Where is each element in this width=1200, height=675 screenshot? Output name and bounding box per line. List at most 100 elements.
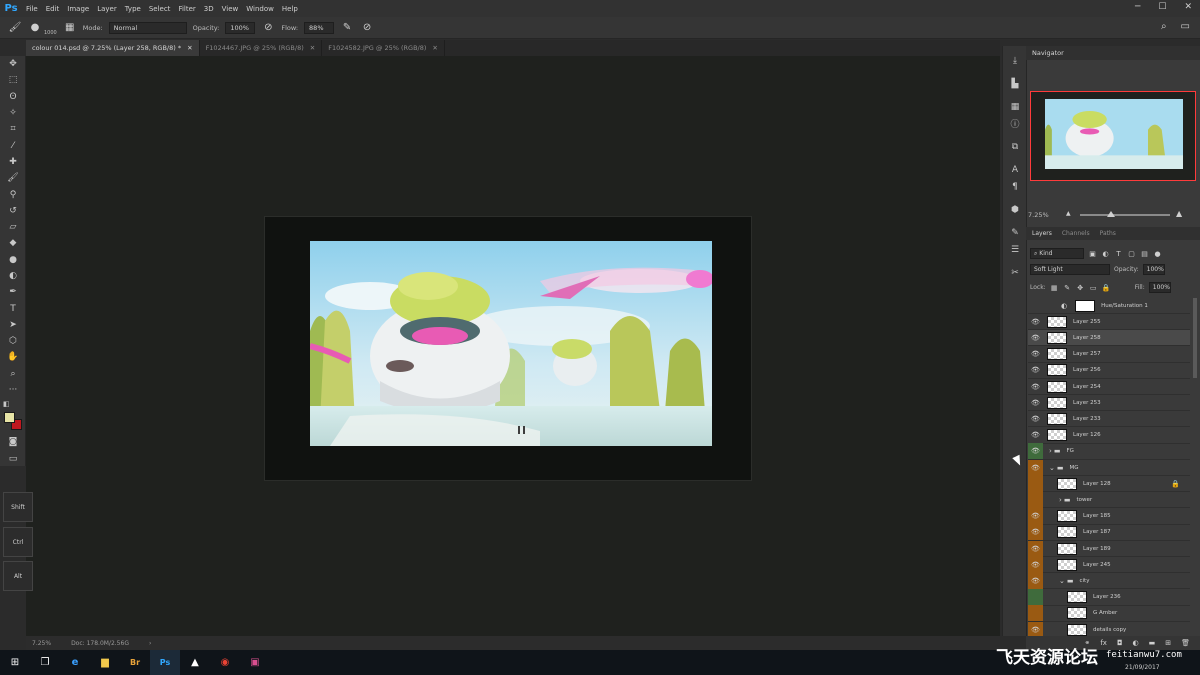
layer-name[interactable]: FG <box>1066 448 1073 454</box>
layer-row[interactable]: 👁 Layer 245 <box>1028 556 1190 574</box>
layer-thumbnail[interactable] <box>1047 429 1067 442</box>
layer-name[interactable]: details copy <box>1093 627 1126 633</box>
layer-name[interactable]: Hue/Saturation 1 <box>1101 303 1148 309</box>
ctrl-key-button[interactable]: Ctrl <box>3 527 33 557</box>
expand-arrow-open-icon[interactable]: ⌄ <box>1049 464 1055 472</box>
filter-toggle-icon[interactable]: ● <box>1153 250 1162 258</box>
photos-app-icon[interactable]: ▲ <box>180 650 210 675</box>
menu-3d[interactable]: 3D <box>200 5 218 13</box>
layer-name[interactable]: city <box>1080 578 1090 584</box>
character-panel-icon[interactable]: A <box>1003 161 1027 178</box>
bridge-app-icon[interactable]: Br <box>120 650 150 675</box>
brush-preset-icon[interactable]: ● <box>28 21 42 35</box>
new-layer-icon[interactable]: ⊞ <box>1165 639 1171 647</box>
magic-wand-tool-icon[interactable]: ✧ <box>0 105 26 121</box>
tool-presets-panel-icon[interactable]: ✂ <box>1003 264 1027 281</box>
menu-file[interactable]: File <box>22 5 42 13</box>
visibility-off-icon[interactable] <box>1028 298 1043 314</box>
layers-scrollbar[interactable] <box>1193 298 1197 378</box>
zoom-in-icon[interactable]: ▲ <box>1176 209 1182 218</box>
brush-panel-icon[interactable]: ▦ <box>63 21 77 35</box>
menu-image[interactable]: Image <box>63 5 93 13</box>
flow-input[interactable]: 88% <box>304 21 335 34</box>
navigator-zoom-slider[interactable] <box>1080 214 1170 216</box>
properties-panel-icon[interactable]: ☰ <box>1003 241 1027 258</box>
brush-presets-panel-icon[interactable]: ✎ <box>1003 224 1027 241</box>
visibility-eye-icon[interactable]: 👁 <box>1028 556 1043 573</box>
layer-thumbnail[interactable] <box>1047 348 1067 361</box>
alt-key-button[interactable]: Alt <box>3 561 33 591</box>
visibility-eye-icon[interactable]: 👁 <box>1028 427 1043 443</box>
visibility-eye-icon[interactable]: 👁 <box>1028 443 1043 460</box>
layer-name[interactable]: Layer 253 <box>1073 400 1101 406</box>
expand-arrow-icon[interactable]: › <box>1059 496 1062 504</box>
tab-f1024467[interactable]: F1024467.JPG @ 25% (RGB/8) ✕ <box>200 40 323 56</box>
zoom-out-icon[interactable]: ▲ <box>1066 210 1071 217</box>
visibility-off-icon[interactable] <box>1028 491 1043 508</box>
layer-filter-select[interactable]: ⌕ Kind <box>1030 248 1084 259</box>
more-tools-icon[interactable]: ··· <box>0 382 26 398</box>
dodge-tool-icon[interactable]: ◐ <box>0 268 26 284</box>
visibility-eye-icon[interactable]: 👁 <box>1028 459 1043 476</box>
layer-row[interactable]: 👁 Layer 233 <box>1028 411 1190 428</box>
lasso-tool-icon[interactable]: ʘ <box>0 89 26 105</box>
visibility-off-icon[interactable] <box>1028 589 1043 606</box>
clone-source-panel-icon[interactable]: ⧉ <box>1003 138 1027 155</box>
lock-artboard-icon[interactable]: ▭ <box>1089 284 1098 292</box>
menu-layer[interactable]: Layer <box>93 5 121 13</box>
layer-thumbnail[interactable] <box>1067 607 1087 620</box>
history-brush-tool-icon[interactable]: ↺ <box>0 203 26 219</box>
file-explorer-icon[interactable]: ▆ <box>90 650 120 675</box>
layer-name[interactable]: Layer 245 <box>1083 562 1111 568</box>
layer-name[interactable]: Layer 236 <box>1093 594 1121 600</box>
layer-row[interactable]: 👁 Layer 257 <box>1028 347 1190 363</box>
lock-position-icon[interactable]: ✥ <box>1076 284 1085 292</box>
foreground-color-swatch[interactable] <box>4 412 15 423</box>
artwork-image[interactable] <box>310 241 712 446</box>
histogram-panel-icon[interactable]: ▙ <box>1003 75 1027 92</box>
opacity-input[interactable]: 100% <box>225 21 256 34</box>
lock-pixels-icon[interactable]: ✎ <box>1063 284 1072 292</box>
layer-opacity-input[interactable]: 100% <box>1142 264 1165 275</box>
windows-start-icon[interactable]: ⊞ <box>0 650 30 675</box>
layer-row[interactable]: › ▬ tower <box>1028 491 1190 509</box>
layer-thumbnail[interactable] <box>1047 331 1067 344</box>
paint-bucket-tool-icon[interactable]: ◆ <box>0 235 26 251</box>
layer-row[interactable]: 👁 Layer 255 <box>1028 314 1190 331</box>
navigator-zoom[interactable]: 7.25% <box>1028 211 1049 219</box>
mode-select[interactable]: Normal <box>108 21 187 34</box>
visibility-eye-icon[interactable]: 👁 <box>1028 346 1043 362</box>
layer-thumbnail[interactable] <box>1057 542 1077 555</box>
paragraph-panel-icon[interactable]: ¶ <box>1003 178 1027 195</box>
layer-thumbnail[interactable] <box>1057 477 1077 490</box>
fill-input[interactable]: 100% <box>1148 282 1171 293</box>
pixel-filter-icon[interactable]: ▣ <box>1088 250 1097 258</box>
search-icon[interactable]: ⌕ <box>1161 21 1167 32</box>
close-icon[interactable]: ✕ <box>1184 2 1192 12</box>
layer-row[interactable]: Layer 236 <box>1028 589 1190 606</box>
tab-channels[interactable]: Channels <box>1062 230 1090 237</box>
default-colors-icon[interactable]: ◧ <box>0 398 26 410</box>
layer-name[interactable]: Layer 128 <box>1083 481 1111 487</box>
crop-tool-icon[interactable]: ⌗ <box>0 121 26 137</box>
move-tool-icon[interactable]: ✥ <box>0 56 26 72</box>
lock-all-icon[interactable]: 🔒 <box>1102 284 1111 292</box>
visibility-eye-icon[interactable]: 👁 <box>1028 524 1043 541</box>
new-group-icon[interactable]: ▬ <box>1149 639 1156 647</box>
delete-layer-icon[interactable]: 🗑 <box>1181 639 1190 647</box>
workspace-icon[interactable]: ▭ <box>1181 21 1190 32</box>
visibility-eye-icon[interactable]: 👁 <box>1028 379 1043 395</box>
recorder-app-icon[interactable]: ▣ <box>240 650 270 675</box>
expand-arrow-icon[interactable]: › <box>1049 447 1052 455</box>
expand-arrow-open-icon[interactable]: ⌄ <box>1059 577 1065 585</box>
menu-filter[interactable]: Filter <box>174 5 199 13</box>
brush-tool-icon[interactable]: 🖌 <box>8 21 22 35</box>
layer-row[interactable]: 👁 Layer 189 <box>1028 540 1190 557</box>
tab-paths[interactable]: Paths <box>1100 230 1116 237</box>
layer-row[interactable]: 👁 Layer 126 <box>1028 428 1190 444</box>
pen-tool-icon[interactable]: ✒ <box>0 284 26 300</box>
layer-row[interactable]: 👁 › ▬ FG <box>1028 443 1190 460</box>
adjustment-layer-icon[interactable]: ◐ <box>1133 639 1139 647</box>
edge-browser-icon[interactable]: e <box>60 650 90 675</box>
maximize-icon[interactable]: ☐ <box>1158 2 1166 12</box>
